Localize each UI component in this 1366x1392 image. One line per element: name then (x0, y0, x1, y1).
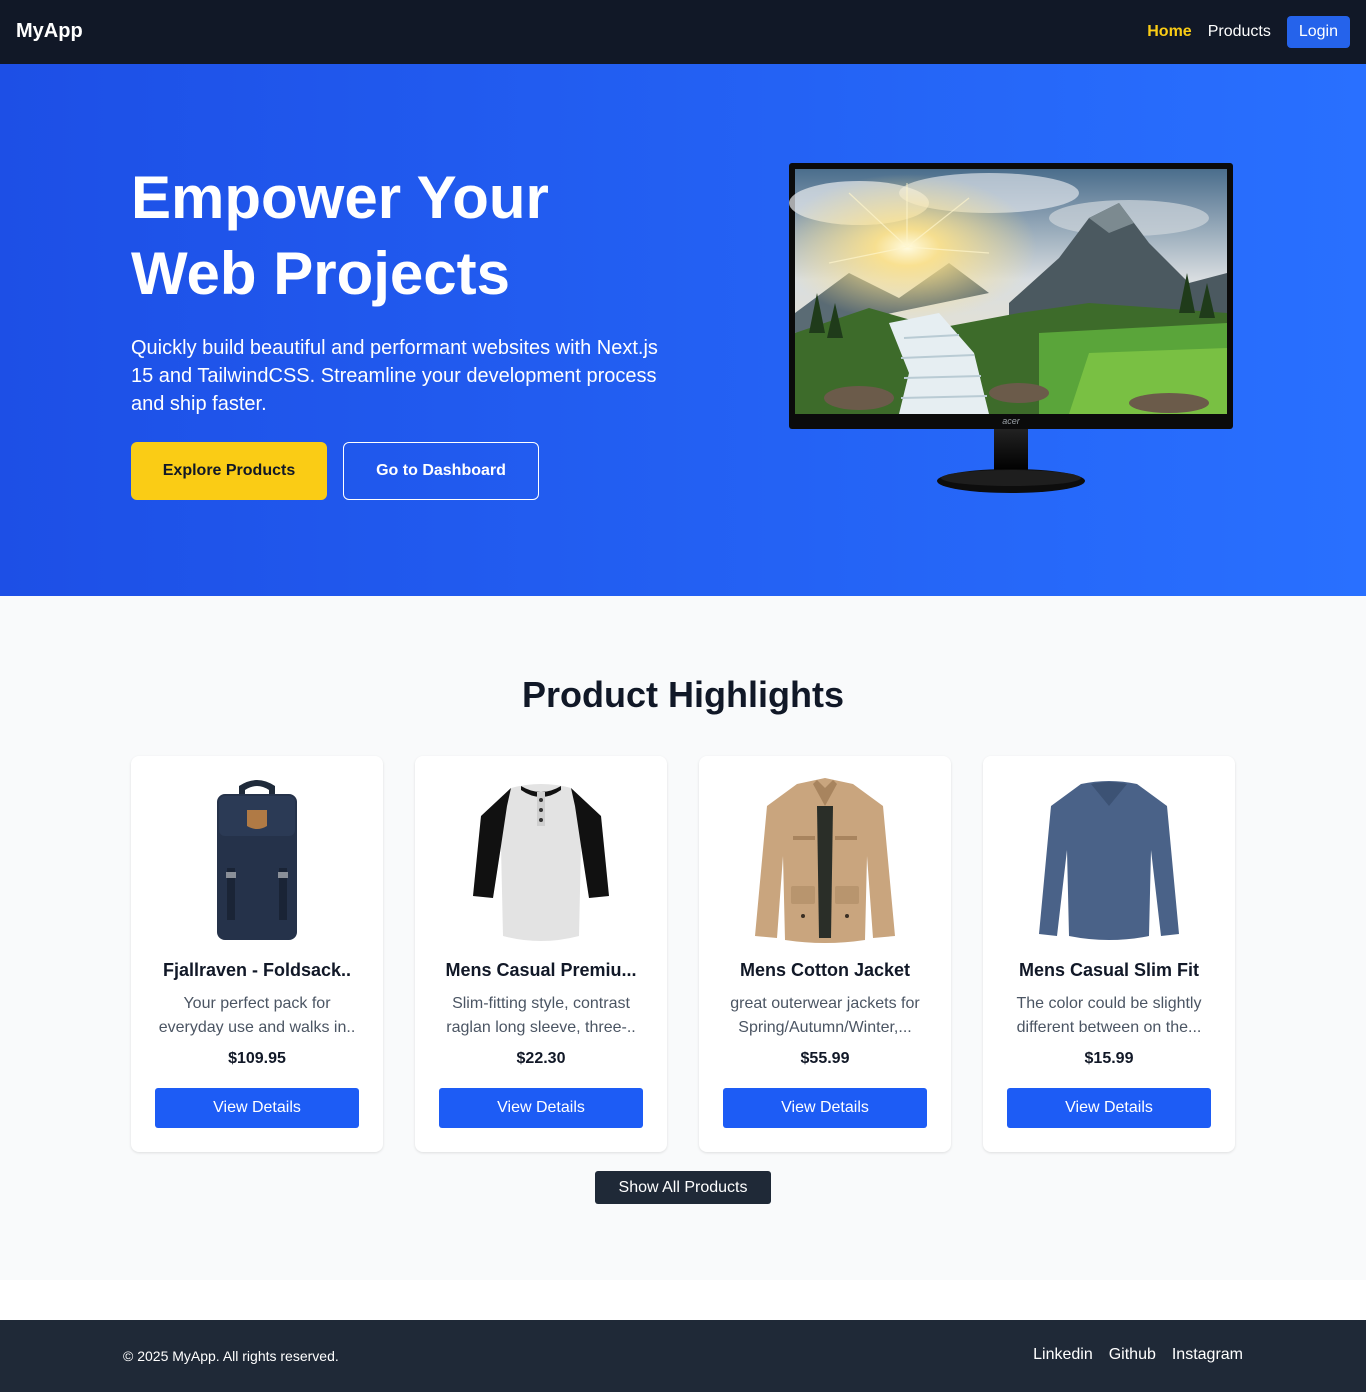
product-title[interactable]: Mens Casual Premiu... (439, 960, 643, 981)
cotton-jacket-image (755, 778, 895, 943)
raglan-tshirt-image (473, 784, 609, 941)
long-sleeve-shirt-image (1039, 781, 1179, 940)
footer-link-github[interactable]: Github (1109, 1346, 1156, 1364)
footer-link-linkedin[interactable]: Linkedin (1033, 1346, 1093, 1364)
product-card: Fjallraven - Foldsack.. Your perfect pac… (131, 756, 383, 1152)
product-title[interactable]: Mens Casual Slim Fit (1007, 960, 1211, 981)
product-card: Mens Casual Premiu... Slim-fitting style… (415, 756, 667, 1152)
brand-logo[interactable]: MyApp (16, 20, 83, 43)
explore-products-button[interactable]: Explore Products (131, 442, 327, 500)
product-title[interactable]: Mens Cotton Jacket (723, 960, 927, 981)
monitor-brand-label: acer (1002, 416, 1021, 426)
products-section: Product Highlights Fjallraven - Foldsack… (0, 596, 1366, 1280)
section-title: Product Highlights (522, 674, 844, 715)
footer-link-instagram[interactable]: Instagram (1172, 1346, 1243, 1364)
view-details-button[interactable]: View Details (1007, 1088, 1211, 1128)
hero-subtitle: Quickly build beautiful and performant w… (131, 337, 658, 415)
product-description: great outerwear jackets for Spring/Autum… (730, 995, 920, 1036)
hero-title-line-1: Empower Your (131, 164, 549, 231)
product-title[interactable]: Fjallraven - Foldsack.. (155, 960, 359, 981)
monitor-image: acer (789, 163, 1233, 493)
product-card: Mens Cotton Jacket great outerwear jacke… (699, 756, 951, 1152)
footer: © 2025 MyApp. All rights reserved. Linke… (0, 1320, 1366, 1392)
login-button[interactable]: Login (1286, 16, 1350, 48)
go-to-dashboard-button[interactable]: Go to Dashboard (343, 442, 539, 500)
show-all-products-button[interactable]: Show All Products (595, 1171, 771, 1204)
product-description: Your perfect pack for everyday use and w… (158, 995, 356, 1036)
product-price: $109.95 (228, 1050, 286, 1067)
product-card: Mens Casual Slim Fit The color could be … (983, 756, 1235, 1152)
nav-links: Home Products Login (1131, 16, 1350, 48)
top-navbar: MyApp Home Products Login (0, 0, 1366, 64)
product-description: The color could be slightly different be… (1016, 995, 1202, 1036)
view-details-button[interactable]: View Details (439, 1088, 643, 1128)
nav-link-products[interactable]: Products (1208, 23, 1271, 41)
copyright-text: © 2025 MyApp. All rights reserved. (123, 1348, 339, 1364)
hero-title-line-2: Web Projects (131, 240, 511, 307)
hero-section: Empower Your Web Projects Quickly build … (0, 64, 1366, 596)
nav-link-home[interactable]: Home (1147, 23, 1191, 41)
view-details-button[interactable]: View Details (155, 1088, 359, 1128)
product-price: $15.99 (1084, 1050, 1134, 1067)
product-price: $22.30 (516, 1050, 566, 1067)
product-price: $55.99 (800, 1050, 850, 1067)
footer-links: Linkedin Github Instagram (1017, 1346, 1243, 1364)
hero-title: Empower Your Web Projects (131, 160, 691, 312)
product-description: Slim-fitting style, contrast raglan long… (446, 995, 636, 1036)
view-details-button[interactable]: View Details (723, 1088, 927, 1128)
backpack-image (217, 780, 297, 940)
